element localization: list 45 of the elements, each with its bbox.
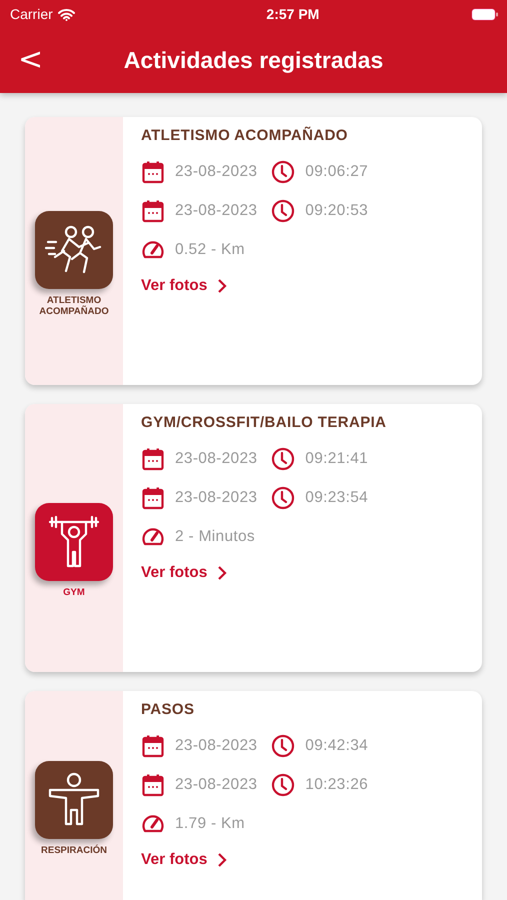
calendar-icon — [141, 486, 165, 510]
calendar-icon — [141, 198, 165, 222]
clock-icon — [271, 160, 296, 184]
start-time: 09:06:27 — [305, 162, 368, 180]
clock-icon — [271, 486, 296, 510]
end-time: 09:23:54 — [305, 488, 368, 506]
start-time: 09:21:41 — [305, 450, 368, 468]
screen-title: Actividades registradas — [124, 47, 384, 74]
carrier-name: Carrier — [10, 6, 53, 22]
activity-label: RESPIRACIÓN — [40, 844, 108, 856]
start-date: 23-08-2023 — [175, 450, 258, 468]
battery-icon — [470, 8, 499, 20]
calendar-icon — [141, 446, 165, 470]
clock-icon — [271, 446, 296, 470]
chevron-icon — [217, 278, 228, 294]
view-photos-link[interactable]: Ver fotos — [141, 564, 228, 582]
end-date: 23-08-2023 — [175, 488, 258, 506]
start-time: 09:42:34 — [305, 736, 368, 754]
view-photos-link[interactable]: Ver fotos — [141, 851, 228, 869]
status-time: 2:57 PM — [266, 6, 320, 22]
chevron-icon — [217, 565, 228, 581]
end-date: 23-08-2023 — [175, 202, 258, 220]
activity-measure: 0.52 - Km — [175, 240, 245, 258]
activity-measure: 2 - Minutos — [175, 528, 255, 546]
activity-title: ATLETISMO ACOMPAÑADO — [141, 127, 349, 144]
calendar-icon — [141, 734, 165, 758]
activity-measure: 1.79 - Km — [175, 814, 245, 832]
end-time: 10:23:26 — [305, 776, 368, 794]
wifi-icon — [58, 8, 75, 20]
end-time: 09:20:53 — [305, 202, 368, 220]
clock-icon — [271, 734, 296, 758]
clock-icon — [271, 198, 296, 222]
calendar-icon — [141, 772, 165, 796]
activity-label: ATLETISMO ACOMPAÑADO — [38, 294, 110, 316]
view-photos-link[interactable]: Ver fotos — [141, 277, 228, 295]
start-date: 23-08-2023 — [175, 736, 258, 754]
activity-label: GYM — [62, 587, 86, 598]
end-date: 23-08-2023 — [175, 776, 258, 794]
calendar-icon — [141, 160, 165, 184]
start-date: 23-08-2023 — [175, 162, 258, 180]
activity-title: GYM/CROSSFIT/BAILO TERAPIA — [141, 414, 386, 431]
back-button[interactable]: < — [18, 44, 44, 76]
chevron-icon — [217, 852, 228, 868]
activity-title: PASOS — [141, 701, 196, 718]
clock-icon — [271, 772, 296, 796]
